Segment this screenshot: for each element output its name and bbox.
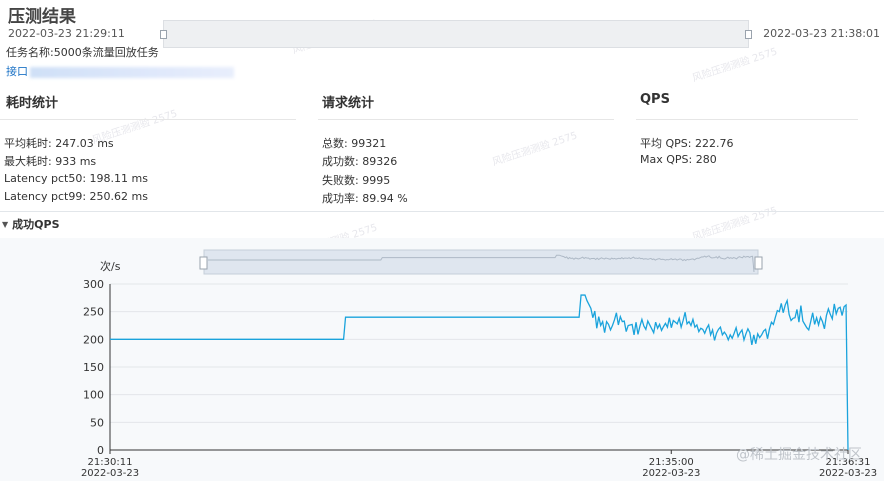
requests-success: 成功数: 89326 xyxy=(322,155,398,168)
task-name: 任务名称:5000条流量回放任务 xyxy=(6,46,159,59)
zoom-start-handle[interactable] xyxy=(199,256,208,270)
y-tick-label: 250 xyxy=(83,306,104,319)
range-end-handle[interactable] xyxy=(745,30,752,39)
watermark: 风险压测测验 2575 xyxy=(491,130,579,169)
y-tick-label: 150 xyxy=(83,361,104,374)
x-tick-date: 2022-03-23 xyxy=(819,468,877,479)
site-watermark: @稀土掘金技术社区 xyxy=(736,447,862,463)
y-tick-label: 200 xyxy=(83,333,104,346)
x-tick-time: 21:35:00 xyxy=(649,457,694,468)
time-range-end: 2022-03-23 21:38:01 xyxy=(763,27,880,40)
time-range-slider[interactable] xyxy=(160,20,752,48)
qps-series-line xyxy=(110,294,849,451)
watermark: 风险压测测验 2575 xyxy=(691,46,779,85)
x-tick-date: 2022-03-23 xyxy=(81,468,139,479)
y-tick-label: 300 xyxy=(83,278,104,291)
y-tick-label: 100 xyxy=(83,389,104,402)
latency-avg: 平均耗时: 247.03 ms xyxy=(4,137,114,150)
api-link[interactable]: 接口 xyxy=(6,63,28,79)
qps-section-toggle[interactable]: ▼ 成功QPS xyxy=(0,216,60,232)
x-tick-time: 21:30:11 xyxy=(88,457,133,468)
latency-heading: 耗时统计 xyxy=(6,96,59,111)
qps-avg: 平均 QPS: 222.76 xyxy=(640,137,734,150)
qps-section-title: 成功QPS xyxy=(12,218,60,231)
qps-heading: QPS xyxy=(640,92,670,107)
zoom-track xyxy=(203,249,759,275)
page-title: 压测结果 xyxy=(8,7,76,27)
time-range-start: 2022-03-23 21:29:11 xyxy=(8,27,125,40)
section-divider xyxy=(0,119,296,120)
section-divider xyxy=(636,119,858,120)
section-divider xyxy=(0,211,884,212)
latency-p99: Latency pct99: 250.62 ms xyxy=(4,190,148,203)
chart-grid xyxy=(110,283,848,451)
chart-zoom-slider[interactable] xyxy=(199,249,763,275)
zoom-end-handle[interactable] xyxy=(754,256,763,270)
latency-max: 最大耗时: 933 ms xyxy=(4,155,97,168)
y-axis-unit: 次/s xyxy=(100,259,121,273)
requests-total: 总数: 99321 xyxy=(322,137,387,150)
requests-success-rate: 成功率: 89.94 % xyxy=(322,192,408,205)
x-tick-date: 2022-03-23 xyxy=(642,468,700,479)
range-start-handle[interactable] xyxy=(160,30,167,39)
requests-failed: 失败数: 9995 xyxy=(322,174,391,187)
section-divider xyxy=(318,119,614,120)
y-axis-ticks: 0 50 100 150 200 250 300 xyxy=(83,278,104,457)
caret-down-icon: ▼ xyxy=(2,220,9,229)
y-tick-label: 50 xyxy=(90,416,104,429)
latency-p50: Latency pct50: 198.11 ms xyxy=(4,172,148,185)
qps-max: Max QPS: 280 xyxy=(640,153,717,166)
requests-heading: 请求统计 xyxy=(322,96,375,111)
api-value-redacted xyxy=(30,67,234,78)
y-tick-label: 0 xyxy=(97,444,104,457)
